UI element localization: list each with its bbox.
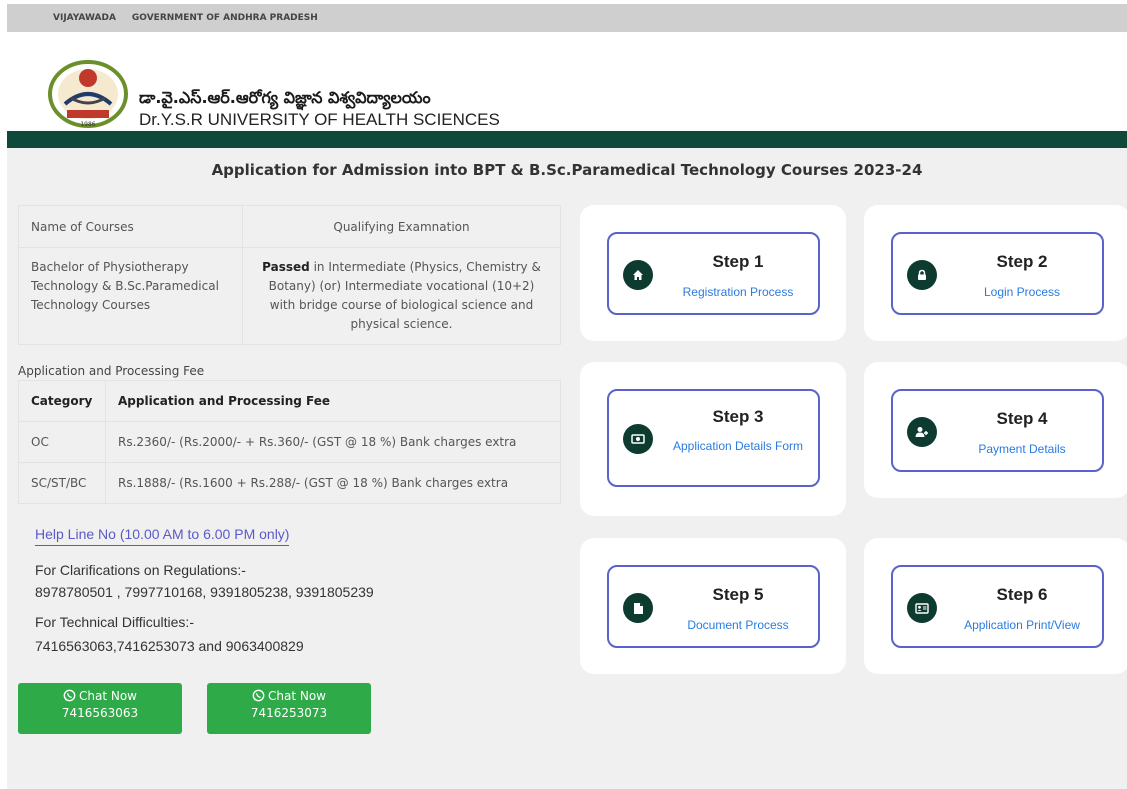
step-5-link[interactable]: Document Process <box>664 616 812 634</box>
step-1-title: Step 1 <box>712 252 764 271</box>
fee-caption: Application and Processing Fee <box>18 364 205 378</box>
courses-col2-header: Qualifying Examnation <box>242 205 561 248</box>
chat-label: Chat Now <box>79 689 137 703</box>
university-name-english: Dr.Y.S.R UNIVERSITY OF HEALTH SCIENCES <box>139 110 500 129</box>
regulations-label: For Clarifications on Regulations:- <box>35 562 246 578</box>
step-card-5: Step 5 Document Process <box>580 538 846 674</box>
chat-now-button-1[interactable]: Chat Now 7416563063 <box>18 683 182 734</box>
whatsapp-icon <box>252 689 265 702</box>
qualification-bold: Passed <box>262 260 310 274</box>
fee-amount: Rs.1888/- (Rs.1600 + Rs.288/- (GST @ 18 … <box>105 462 561 504</box>
step-2-title: Step 2 <box>996 252 1048 271</box>
top-bar: VIJAYAWADA GOVERNMENT OF ANDHRA PRADESH <box>7 4 1127 32</box>
step-5-title: Step 5 <box>712 585 764 604</box>
step-6-link[interactable]: Application Print/View <box>948 616 1096 634</box>
step-4-title: Step 4 <box>996 409 1048 428</box>
table-row: SC/ST/BC Rs.1888/- (Rs.1600 + Rs.288/- (… <box>18 462 561 504</box>
topbar-city: VIJAYAWADA <box>53 13 116 23</box>
fee-category: OC <box>18 421 106 463</box>
technical-numbers: 7416563063,7416253073 and 9063400829 <box>35 638 304 654</box>
step-2-box[interactable]: Step 2 Login Process <box>891 232 1104 315</box>
step-6-title: Step 6 <box>996 585 1048 604</box>
technical-label: For Technical Difficulties:- <box>35 614 194 630</box>
step-1-link[interactable]: Registration Process <box>664 283 812 301</box>
logo-year: 1986 <box>80 121 95 128</box>
chat-number: 7416253073 <box>250 706 328 720</box>
courses-col1-header: Name of Courses <box>18 205 243 248</box>
step-1-box[interactable]: Step 1 Registration Process <box>607 232 820 315</box>
file-icon <box>623 593 653 623</box>
step-3-link[interactable]: Application Details Form <box>664 437 812 455</box>
user-plus-icon <box>907 417 937 447</box>
course-name-cell: Bachelor of Physiotherapy Technology & B… <box>18 247 243 345</box>
whatsapp-icon <box>63 689 76 702</box>
courses-table: Name of Courses Qualifying Examnation Ba… <box>18 205 561 345</box>
site-header: 1986 డా.వై.ఎస్.ఆర్.ఆరోగ్య విజ్ఞాన విశ్వవ… <box>7 32 1127 131</box>
page: VIJAYAWADA GOVERNMENT OF ANDHRA PRADESH … <box>7 4 1127 789</box>
step-card-3: Step 3 Application Details Form <box>580 362 846 516</box>
step-card-1: Step 1 Registration Process <box>580 205 846 341</box>
fee-amount: Rs.2360/- (Rs.2000/- + Rs.360/- (GST @ 1… <box>105 421 561 463</box>
lock-icon <box>907 260 937 290</box>
money-icon <box>623 424 653 454</box>
step-4-box[interactable]: Step 4 Payment Details <box>891 389 1104 472</box>
topbar-government: GOVERNMENT OF ANDHRA PRADESH <box>131 13 318 23</box>
step-3-box[interactable]: Step 3 Application Details Form <box>607 389 820 487</box>
step-4-link[interactable]: Payment Details <box>948 440 1096 458</box>
step-2-link[interactable]: Login Process <box>948 283 1096 301</box>
chat-label: Chat Now <box>268 689 326 703</box>
fee-table: Category Application and Processing Fee … <box>18 380 561 504</box>
university-logo[interactable]: 1986 <box>45 56 131 128</box>
page-title: Application for Admission into BPT & B.S… <box>211 161 923 179</box>
step-card-2: Step 2 Login Process <box>864 205 1127 341</box>
fee-header-category: Category <box>18 380 106 422</box>
regulations-numbers: 8978780501 , 7997710168, 9391805238, 939… <box>35 584 374 600</box>
helpline-heading: Help Line No (10.00 AM to 6.00 PM only) <box>35 526 290 546</box>
chat-now-button-2[interactable]: Chat Now 7416253073 <box>207 683 371 734</box>
fee-header-fee: Application and Processing Fee <box>105 380 561 422</box>
id-card-icon <box>907 593 937 623</box>
university-name-telugu: డా.వై.ఎస్.ఆర్.ఆరోగ్య విజ్ఞాన విశ్వవిద్యా… <box>139 88 431 107</box>
qualification-cell: Passed in Intermediate (Physics, Chemist… <box>242 247 561 345</box>
fee-category: SC/ST/BC <box>18 462 106 504</box>
step-3-title: Step 3 <box>712 407 764 426</box>
table-row: OC Rs.2360/- (Rs.2000/- + Rs.360/- (GST … <box>18 421 561 463</box>
header-divider <box>7 131 1127 148</box>
step-card-6: Step 6 Application Print/View <box>864 538 1127 674</box>
step-6-box[interactable]: Step 6 Application Print/View <box>891 565 1104 648</box>
chat-number: 7416563063 <box>61 706 139 720</box>
step-5-box[interactable]: Step 5 Document Process <box>607 565 820 648</box>
qualification-text: in Intermediate (Physics, Chemistry & Bo… <box>268 260 541 331</box>
home-icon <box>623 260 653 290</box>
step-card-4: Step 4 Payment Details <box>864 362 1127 498</box>
